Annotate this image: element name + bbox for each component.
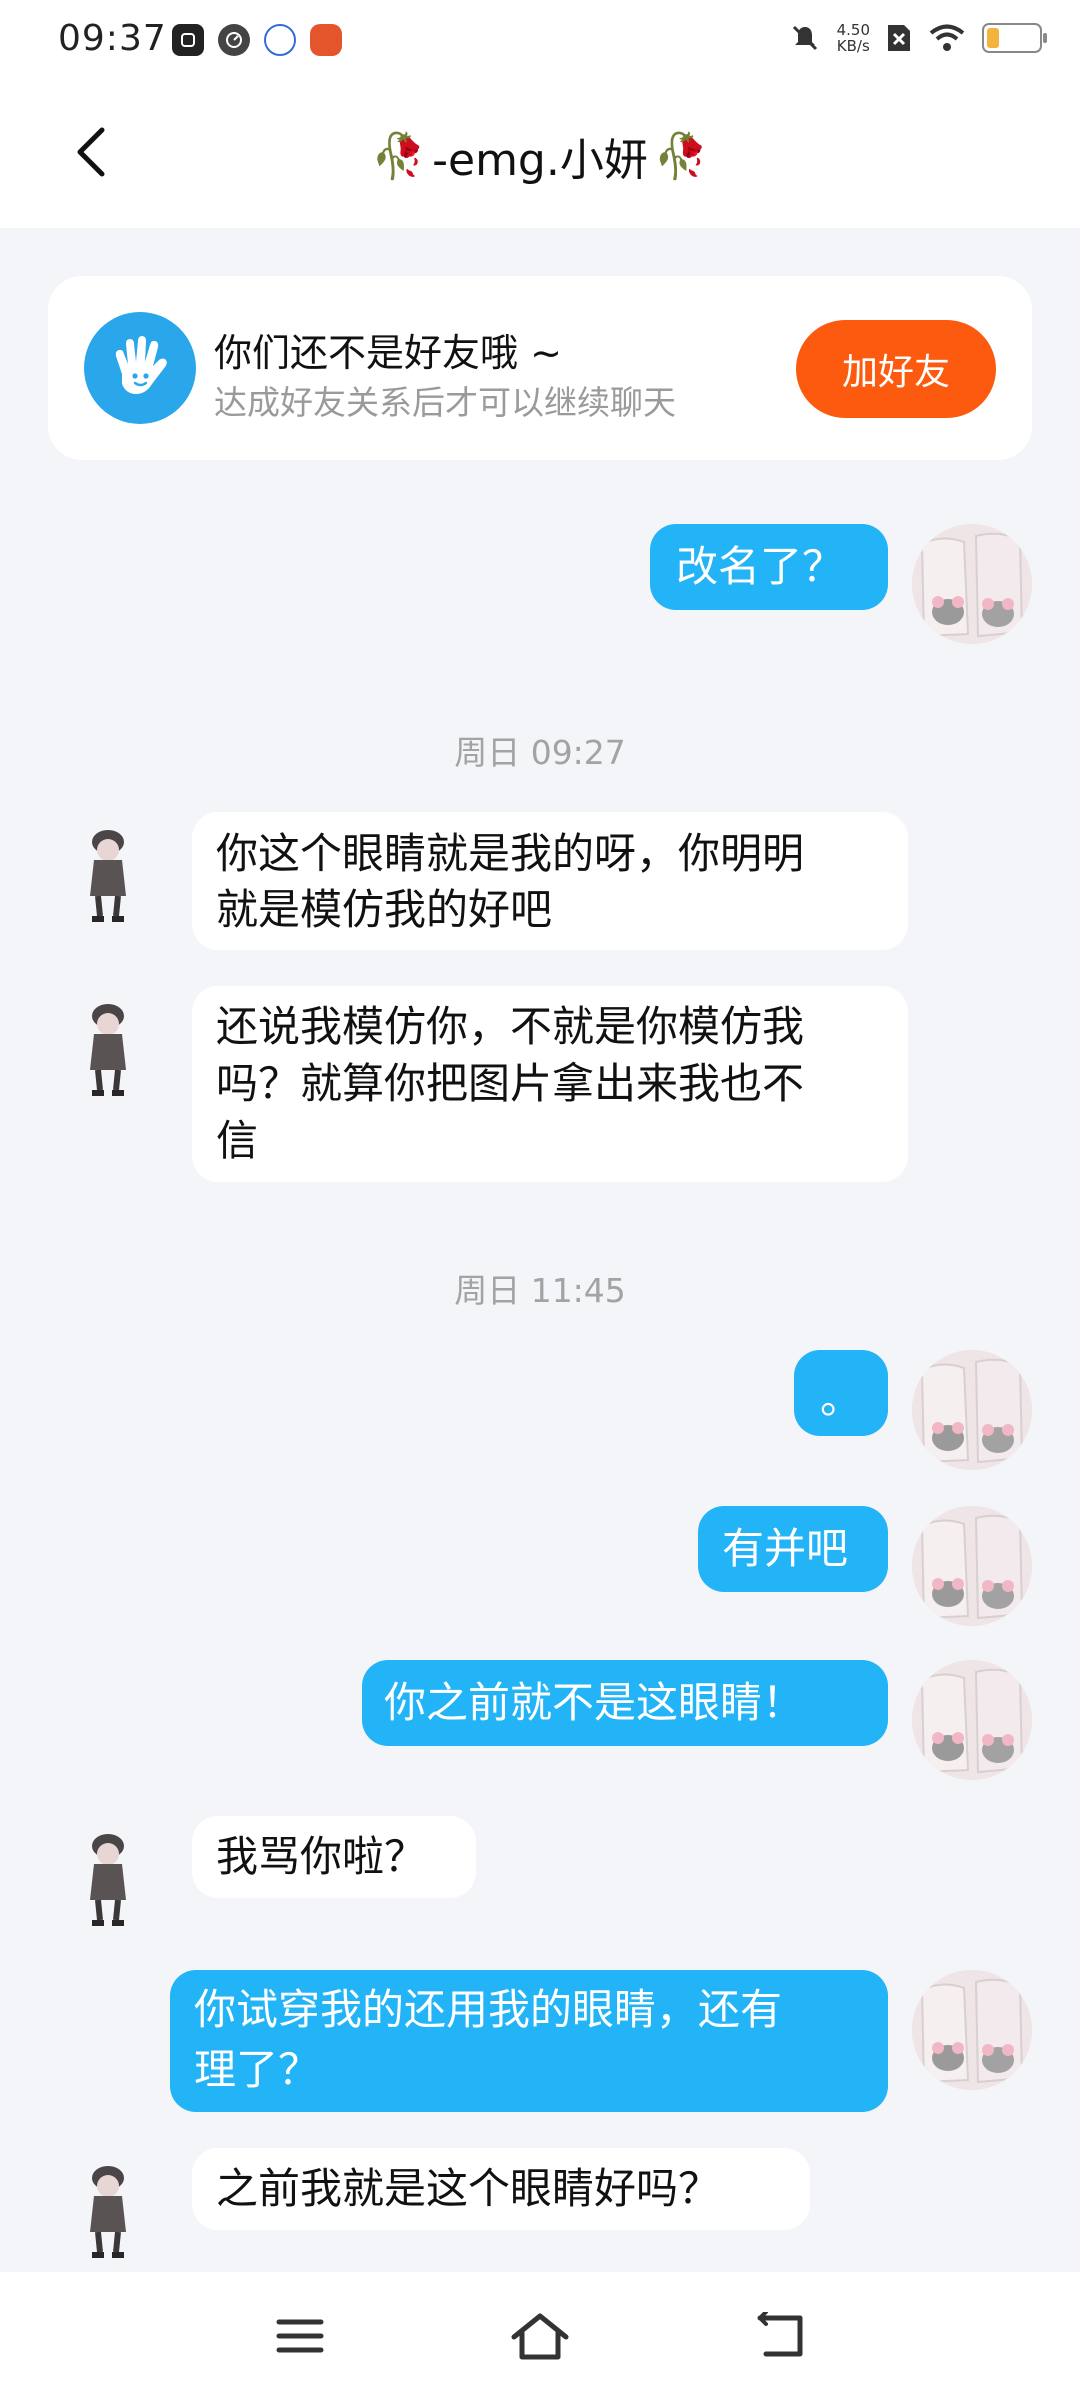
message-line: 你试穿我的还用我的眼睛，还有: [194, 1985, 783, 2034]
home-button[interactable]: [504, 2304, 576, 2368]
friend-avatar[interactable]: [48, 1816, 168, 1936]
my-avatar[interactable]: [912, 1970, 1032, 2090]
message-line: 理了？: [194, 2045, 321, 2094]
home-icon: [511, 2313, 569, 2360]
chevron-left-icon: [77, 127, 105, 177]
message-line: 你这个眼睛就是我的呀，你明明: [216, 829, 805, 878]
net-speed: 4.50 KB/s: [837, 22, 870, 54]
my-avatar[interactable]: [912, 524, 1032, 644]
message-bubble-incoming[interactable]: 我骂你啦？: [192, 1816, 476, 1898]
message-bubble-outgoing[interactable]: 有并吧: [698, 1506, 888, 1592]
net-speed-value: 4.50: [836, 21, 870, 39]
rose-decoration-right: 🥀: [653, 131, 709, 182]
timestamp: 周日 09:27: [454, 733, 626, 772]
battery-icon: [982, 23, 1047, 53]
add-friend-button[interactable]: 加好友: [796, 320, 996, 418]
message-bubble-outgoing[interactable]: 。: [794, 1350, 888, 1436]
speed-icon: [218, 24, 250, 56]
notification-icons: [172, 24, 342, 56]
no-sim-icon: [888, 25, 910, 51]
net-speed-unit: KB/s: [836, 37, 870, 55]
not-friends-notice: 你们还不是好友哦 ~ 达成好友关系后才可以继续聊天 加好友: [48, 276, 1032, 460]
friend-avatar[interactable]: [48, 2148, 168, 2268]
message-line: 就是模仿我的好吧: [216, 885, 553, 934]
system-navigation-bar: [0, 2272, 1080, 2400]
game-icon: [310, 24, 342, 56]
mute-icon: [792, 25, 817, 51]
menu-icon: [276, 2319, 324, 2353]
back-nav-button[interactable]: [744, 2304, 816, 2368]
friend-avatar[interactable]: [48, 812, 168, 932]
message-line: 吗？就算你把图片拿出来我也不: [216, 1059, 805, 1108]
chat-header: 🥀 -emg.小妍 🥀: [0, 84, 1080, 228]
back-button[interactable]: [62, 122, 122, 182]
message-line: 信: [216, 1116, 259, 1165]
notice-title: 你们还不是好友哦 ~: [214, 331, 562, 375]
wifi-icon: [929, 24, 965, 51]
rose-decoration-left: 🥀: [371, 131, 427, 182]
notice-subtitle: 达成好友关系后才可以继续聊天: [214, 383, 676, 422]
ifly-icon: [264, 24, 296, 56]
system-icons: 4.50 KB/s: [789, 22, 1047, 54]
status-time: 09:37: [58, 18, 167, 59]
watch-app-icon: [172, 24, 204, 56]
friend-avatar[interactable]: [48, 986, 168, 1106]
hand-icon: [84, 312, 196, 424]
message-bubble-outgoing[interactable]: 改名了？: [650, 524, 888, 610]
menu-button[interactable]: [264, 2304, 336, 2368]
my-avatar[interactable]: [912, 1506, 1032, 1626]
message-bubble-incoming[interactable]: 之前我就是这个眼睛好吗？: [192, 2148, 810, 2230]
return-icon: [757, 2312, 803, 2357]
message-line: 还说我模仿你，不就是你模仿我: [216, 1002, 805, 1051]
my-avatar[interactable]: [912, 1660, 1032, 1780]
message-bubble-incoming[interactable]: 还说我模仿你，不就是你模仿我 吗？就算你把图片拿出来我也不 信: [192, 986, 908, 1182]
chat-title: 🥀 -emg.小妍 🥀: [371, 124, 708, 188]
contact-name: -emg.小妍: [432, 135, 648, 186]
message-bubble-outgoing[interactable]: 你之前就不是这眼睛！: [362, 1660, 888, 1746]
status-bar: 09:37 4.50 KB/s: [0, 0, 1080, 84]
timestamp: 周日 11:45: [454, 1271, 626, 1310]
message-bubble-outgoing[interactable]: 你试穿我的还用我的眼睛，还有 理了？: [170, 1970, 888, 2112]
message-bubble-incoming[interactable]: 你这个眼睛就是我的呀，你明明 就是模仿我的好吧: [192, 812, 908, 950]
my-avatar[interactable]: [912, 1350, 1032, 1470]
